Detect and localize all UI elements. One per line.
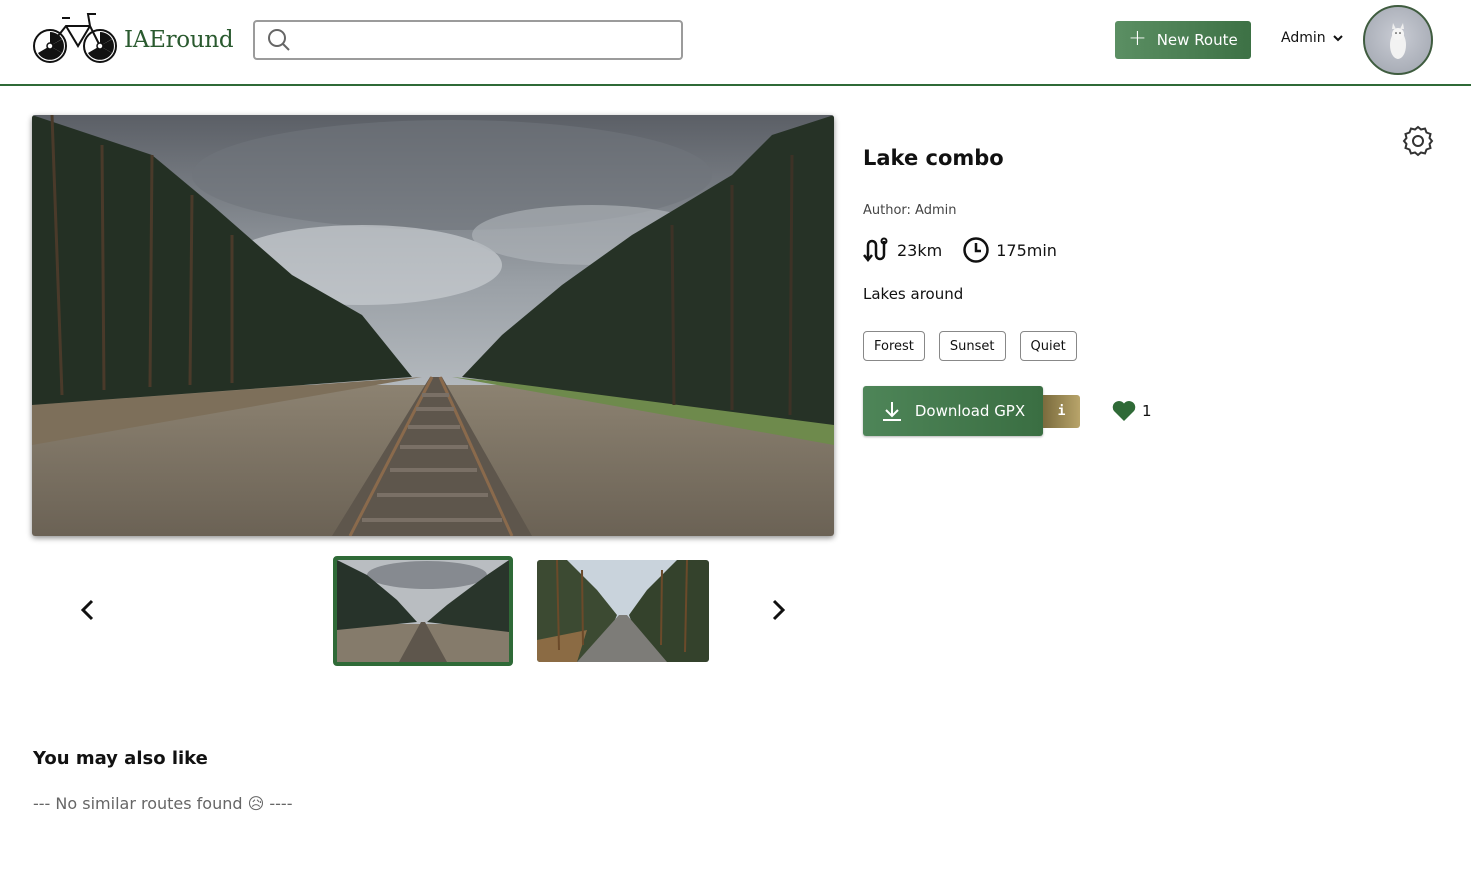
gpx-info-button[interactable]: i [1043, 395, 1080, 428]
duration-value: 175min [996, 240, 1057, 260]
chevron-left-icon [80, 599, 94, 621]
download-icon [882, 402, 901, 421]
like-count: 1 [1142, 402, 1152, 420]
user-menu[interactable]: Admin [1281, 30, 1344, 46]
avatar[interactable] [1363, 5, 1433, 75]
route-title: Lake combo [863, 146, 1004, 170]
logo[interactable]: IAEround [32, 10, 234, 66]
new-route-label: New Route [1156, 31, 1238, 49]
download-gpx-label: Download GPX [914, 402, 1026, 420]
distance-stat: 23km [863, 237, 942, 263]
bicycle-logo-icon [33, 13, 117, 63]
carousel-next-button[interactable] [764, 596, 792, 624]
avatar-image [1390, 23, 1406, 59]
gallery-thumbnail-1[interactable] [333, 556, 513, 666]
search-input[interactable] [299, 22, 681, 58]
user-name: Admin [1281, 30, 1326, 46]
route-description: Lakes around [863, 285, 964, 303]
plus-icon: + [1128, 26, 1147, 51]
tag-sunset[interactable]: Sunset [938, 331, 1006, 361]
logo-text: IAEround [124, 27, 234, 53]
tag-list: Forest Sunset Quiet [863, 331, 1077, 361]
search-box[interactable] [253, 20, 683, 60]
gear-icon [1402, 125, 1434, 157]
duration-stat: 175min [962, 236, 1057, 264]
download-gpx-button[interactable]: Download GPX [863, 386, 1043, 436]
settings-button[interactable] [1402, 125, 1434, 157]
similar-routes-heading: You may also like [33, 748, 208, 769]
like-button[interactable]: 1 [1111, 399, 1152, 423]
tag-quiet[interactable]: Quiet [1019, 331, 1077, 361]
chevron-right-icon [772, 599, 786, 621]
search-icon [268, 29, 290, 51]
new-route-button[interactable]: + New Route [1115, 21, 1251, 59]
similar-routes-empty: --- No similar routes found 😥 ---- [33, 794, 293, 813]
distance-value: 23km [897, 240, 943, 260]
gallery-thumbnail-2[interactable] [537, 560, 709, 662]
carousel-prev-button[interactable] [74, 596, 102, 624]
main-route-photo [32, 115, 834, 536]
tag-forest[interactable]: Forest [863, 331, 925, 361]
route-stats: 23km 175min [863, 236, 1057, 264]
route-icon [863, 237, 888, 263]
app-header: IAEround + New Route Admin [0, 0, 1471, 86]
chevron-down-icon [1332, 35, 1343, 42]
clock-icon [963, 237, 989, 263]
heart-icon [1112, 401, 1136, 421]
route-author: Author: Admin [863, 203, 957, 218]
